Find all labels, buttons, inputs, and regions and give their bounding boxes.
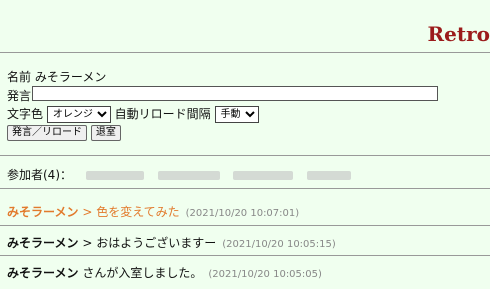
message-separator: > (78, 205, 97, 219)
message-label: 発言 (7, 89, 32, 103)
message-text: 色を変えてみた (96, 205, 180, 219)
message-item: みそラーメン さんが入室しました。 (2021/10/20 10:05:05) (7, 264, 322, 281)
message-separator: > (78, 236, 97, 250)
leave-button[interactable]: 退室 (90, 125, 121, 141)
message-item: みそラーメン > おはようございますー (2021/10/20 10:05:15) (7, 234, 336, 251)
message-divider (0, 255, 490, 256)
options-row: 文字色 オレンジ 自動リロード間隔 手動 (7, 105, 259, 123)
divider-top (0, 52, 490, 53)
message-author: みそラーメン (7, 266, 79, 280)
post-reload-button[interactable]: 発言／リロード (7, 125, 87, 141)
participant-redacted (157, 171, 220, 180)
participant-redacted (233, 171, 294, 180)
name-row: 名前 みそラーメン (7, 68, 106, 85)
divider-form (0, 155, 490, 156)
message-time: (2021/10/20 10:07:01) (185, 208, 300, 219)
message-time: (2021/10/20 10:05:05) (208, 269, 322, 280)
color-select[interactable]: オレンジ (46, 106, 111, 123)
site-title: Retro (427, 22, 490, 46)
message-divider (0, 225, 490, 226)
participant-redacted (307, 171, 352, 180)
message-row: 発言 (7, 87, 31, 104)
participants-row: 参加者(4)： (7, 166, 352, 183)
message-time: (2021/10/20 10:05:15) (222, 239, 336, 250)
name-label: 名前 (7, 70, 32, 84)
message-author: みそラーメン (7, 205, 79, 219)
message-input[interactable] (32, 86, 438, 101)
color-label: 文字色 (7, 107, 44, 121)
divider-participants (0, 188, 490, 189)
message-author: みそラーメン (7, 236, 79, 250)
name-value: みそラーメン (34, 70, 107, 84)
participant-redacted (85, 171, 144, 180)
button-row: 発言／リロード 退室 (7, 125, 121, 141)
message-text: おはようございますー (96, 236, 217, 250)
message-item: みそラーメン > 色を変えてみた (2021/10/20 10:07:01) (7, 203, 299, 220)
reload-interval-select[interactable]: 手動 (214, 106, 259, 123)
message-text: さんが入室しました。 (82, 266, 203, 280)
participants-label: 参加者(4)： (7, 168, 72, 182)
reload-label: 自動リロード間隔 (114, 107, 211, 121)
